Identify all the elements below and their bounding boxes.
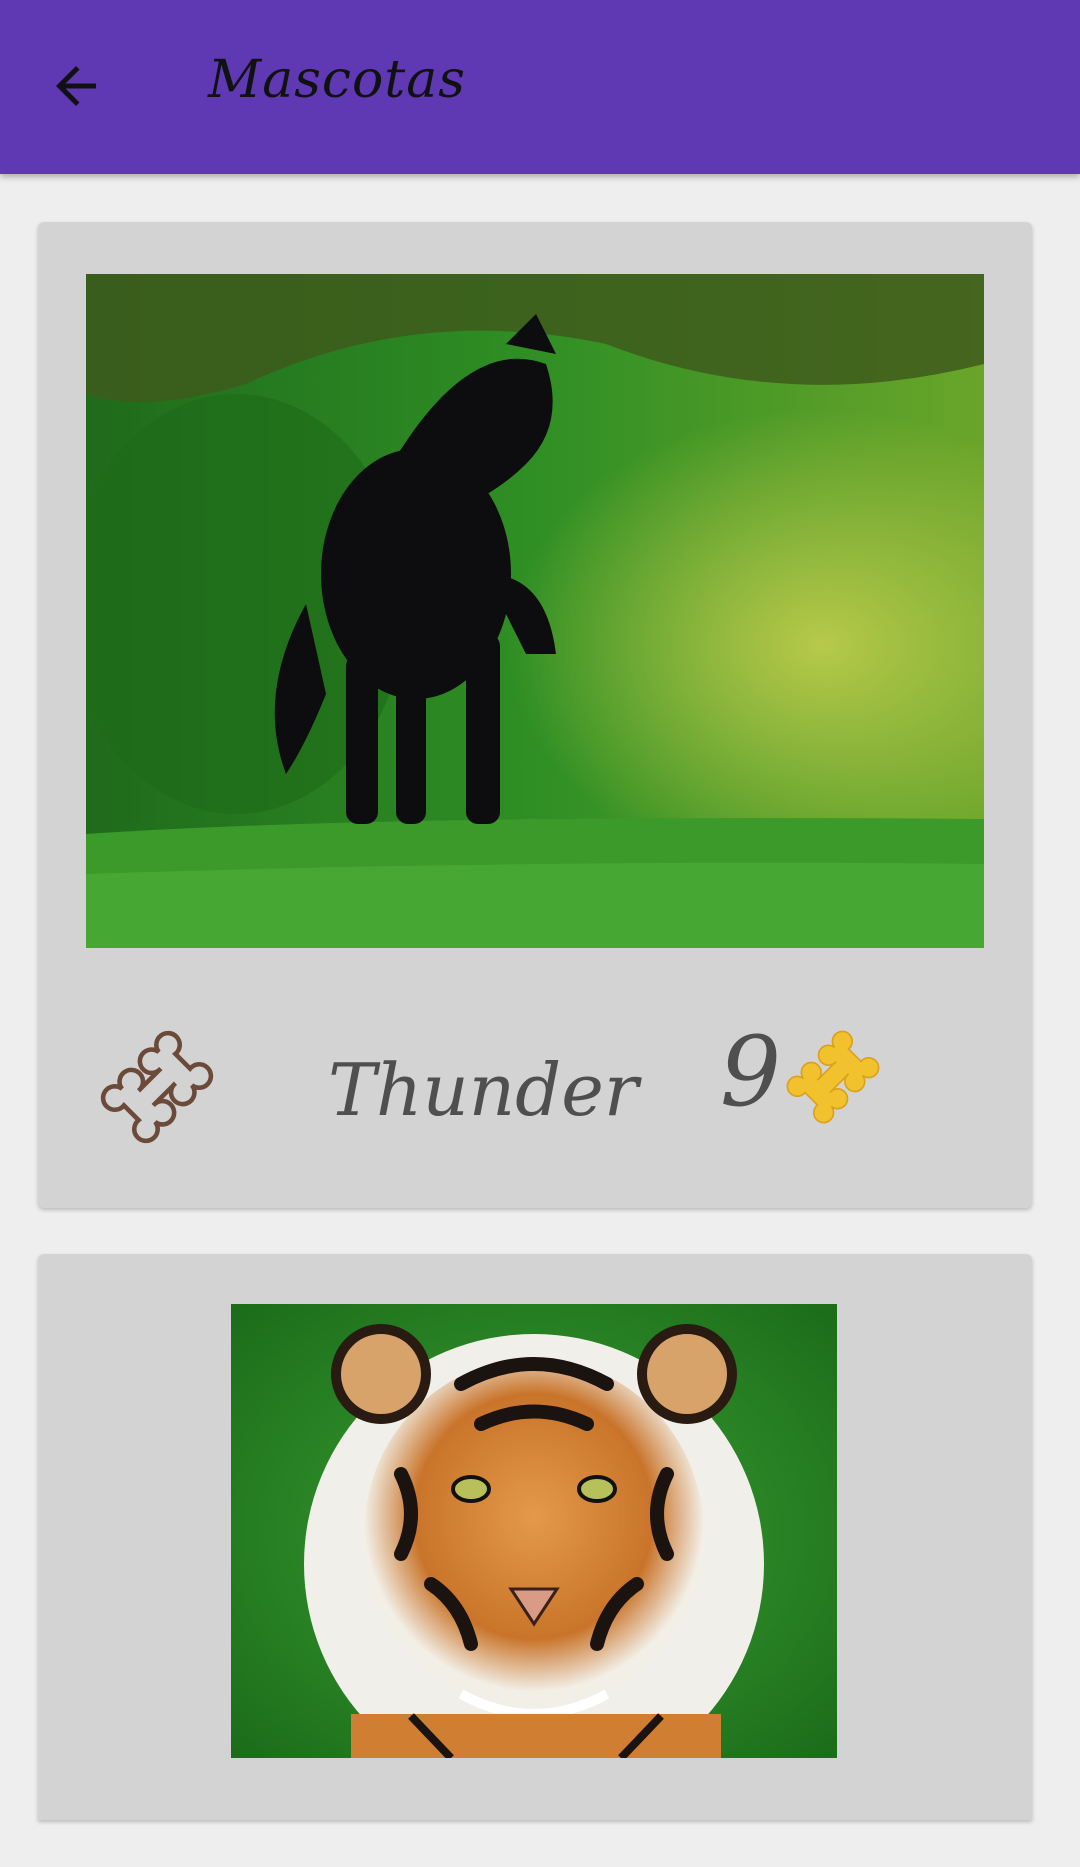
bone-filled-icon [786, 1030, 880, 1124]
pet-name: Thunder [328, 1048, 639, 1132]
page-title: Mascotas [208, 50, 466, 110]
bone-outline-icon [100, 1030, 214, 1144]
pet-photo-horse [86, 274, 984, 948]
app-bar: Mascotas [0, 0, 1080, 174]
pet-card [38, 1254, 1032, 1820]
arrow-back-icon [56, 66, 96, 106]
back-button[interactable] [28, 38, 124, 134]
pet-photo-tiger [231, 1304, 837, 1758]
pet-rating: 9 [720, 1016, 782, 1128]
like-button[interactable] [82, 1012, 232, 1162]
pet-card: Thunder 9 [38, 222, 1032, 1208]
